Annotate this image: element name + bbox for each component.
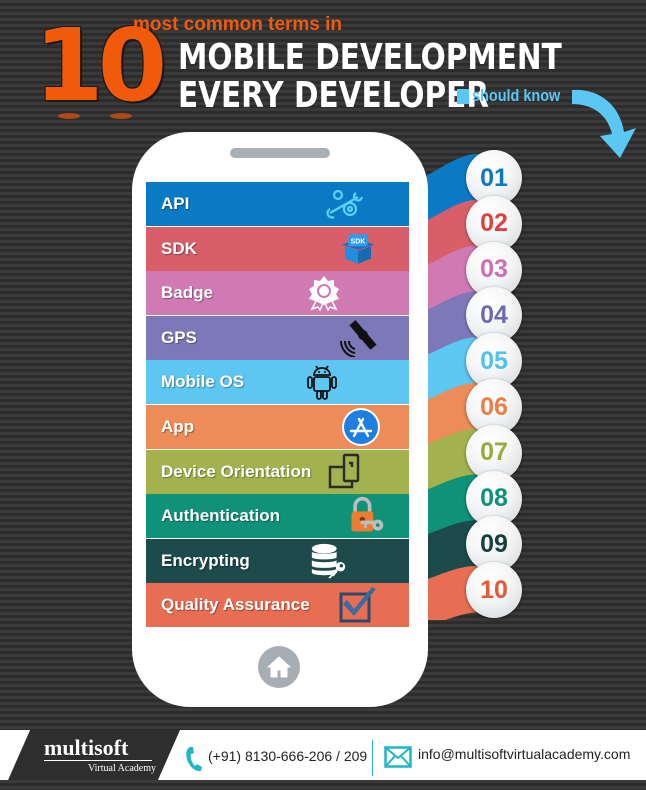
satellite-icon: [339, 319, 379, 357]
term-label: API: [161, 194, 190, 213]
number-reflection: [110, 113, 132, 119]
term-row: App: [146, 405, 409, 449]
tagline-marker: [457, 89, 469, 104]
subtitle: most common terms in: [133, 14, 343, 35]
term-row: Authentication: [146, 494, 409, 539]
term-row: Encrypting: [146, 538, 409, 583]
lock-key-icon: [346, 497, 386, 534]
term-row: API: [146, 182, 409, 226]
database-key-icon: [309, 543, 349, 579]
footer-divider: [372, 740, 373, 776]
term-row: Device Orientation: [146, 449, 409, 494]
term-row: Mobile OS: [146, 360, 409, 405]
tagline: should know: [472, 86, 561, 105]
title-line-2: EVERY DEVELOPER: [178, 75, 490, 116]
app-store-icon: [341, 408, 381, 446]
term-row: Quality Assurance: [146, 583, 409, 628]
android-icon: [302, 364, 342, 401]
term-label: GPS: [161, 327, 197, 347]
term-label: Device Orientation: [161, 461, 312, 481]
term-row: Badge: [146, 271, 409, 316]
api-gear-wrench-icon: [326, 186, 366, 222]
contact-email[interactable]: info@multisoftvirtualacademy.com: [418, 746, 630, 762]
phone-speaker: [230, 148, 330, 158]
term-label: Quality Assurance: [161, 595, 310, 615]
term-label: Encrypting: [161, 550, 250, 570]
term-label: Authentication: [161, 506, 280, 526]
term-label: App: [161, 417, 195, 436]
logo-divider: [44, 760, 152, 761]
phone-icon: [186, 747, 202, 772]
term-label: Badge: [161, 283, 213, 303]
curved-arrow-icon: [572, 89, 636, 158]
title-line-1: MOBILE DEVELOPMENT: [178, 37, 562, 78]
term-row: GPS: [146, 315, 409, 360]
term-row: SDK SDK: [146, 226, 409, 271]
sdk-box-icon: SDK: [338, 231, 378, 267]
term-label: Mobile OS: [161, 372, 245, 392]
term-label: SDK: [161, 238, 197, 258]
mail-icon: [384, 746, 412, 768]
brand-subtitle: Virtual Academy: [88, 763, 156, 774]
checkbox-icon: [338, 587, 378, 623]
device-rotation-icon: [326, 453, 366, 490]
rank-circle: 10: [466, 562, 522, 619]
home-button[interactable]: [258, 646, 300, 688]
brand-logo: multisoft: [44, 735, 129, 760]
svg-text:SDK: SDK: [351, 238, 366, 245]
badge-icon: [304, 275, 344, 312]
home-icon: [267, 656, 291, 678]
number-reflection: [58, 113, 80, 119]
contact-phone[interactable]: (+91) 8130-666-206 / 209: [208, 748, 367, 764]
